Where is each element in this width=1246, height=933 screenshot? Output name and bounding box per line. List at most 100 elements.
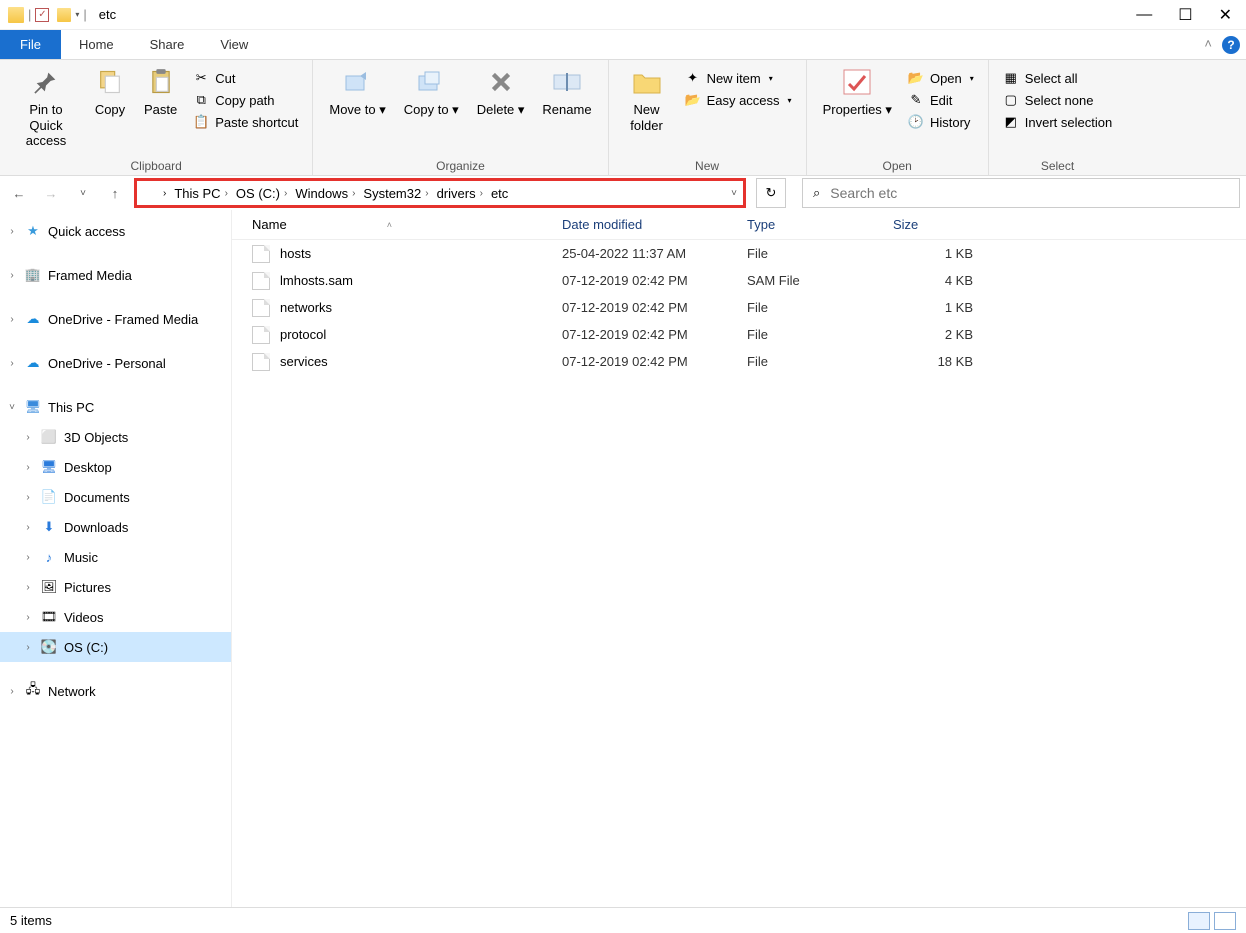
minimize-button[interactable]: — [1136, 6, 1152, 24]
chevron-right-icon[interactable]: › [22, 642, 34, 653]
sidebar-item-desktop[interactable]: ›🖥Desktop [0, 452, 231, 482]
maximize-button[interactable]: ☐ [1178, 5, 1192, 25]
chevron-right-icon[interactable]: › [22, 462, 34, 473]
copy-to-button[interactable]: Copy to ▾ [398, 64, 465, 120]
chevron-right-icon[interactable]: › [163, 188, 166, 199]
select-all-button[interactable]: ▦Select all [999, 68, 1116, 88]
sidebar-item-onedrive-personal[interactable]: ›☁OneDrive - Personal [0, 348, 231, 378]
pin-to-quick-access-button[interactable]: Pin to Quick access [10, 64, 82, 151]
file-row[interactable]: hosts25-04-2022 11:37 AMFile1 KB [232, 240, 1246, 267]
menu-bar: File Home Share View ˄ ? [0, 30, 1246, 60]
easy-access-button[interactable]: 📂Easy access▾ [681, 90, 796, 110]
cut-button[interactable]: ✂Cut [189, 68, 302, 88]
cut-icon: ✂ [193, 70, 209, 86]
select-none-button[interactable]: ▢Select none [999, 90, 1116, 110]
chevron-right-icon[interactable]: › [6, 270, 18, 281]
search-icon: ⌕ [813, 185, 820, 201]
chevron-right-icon[interactable]: › [22, 612, 34, 623]
edit-button[interactable]: ✎Edit [904, 90, 978, 110]
invert-selection-button[interactable]: ◩Invert selection [999, 112, 1116, 132]
navigation-pane[interactable]: ›★Quick access ›🏢Framed Media ›☁OneDrive… [0, 210, 232, 907]
forward-button[interactable]: → [38, 180, 64, 206]
column-header-size[interactable]: Size [893, 217, 983, 232]
chevron-right-icon[interactable]: › [6, 358, 18, 369]
breadcrumb-system32[interactable]: System32› [359, 186, 432, 201]
sidebar-item-downloads[interactable]: ›⬇Downloads [0, 512, 231, 542]
refresh-button[interactable]: ↻ [756, 178, 786, 208]
chevron-right-icon[interactable]: › [6, 226, 18, 237]
sidebar-item-pictures[interactable]: ›🖼Pictures [0, 572, 231, 602]
delete-icon [485, 66, 517, 98]
file-row[interactable]: lmhosts.sam07-12-2019 02:42 PMSAM File4 … [232, 267, 1246, 294]
help-button[interactable]: ? [1222, 36, 1240, 54]
sidebar-item-network[interactable]: ›🖧Network [0, 676, 231, 706]
tab-home[interactable]: Home [61, 30, 132, 59]
history-button[interactable]: 🕑History [904, 112, 978, 132]
sidebar-item-quick-access[interactable]: ›★Quick access [0, 216, 231, 246]
file-menu[interactable]: File [0, 30, 61, 59]
search-box[interactable]: ⌕ [802, 178, 1240, 208]
sidebar-item-videos[interactable]: ›🎞Videos [0, 602, 231, 632]
view-details-button[interactable] [1188, 912, 1210, 930]
chevron-right-icon[interactable]: › [22, 582, 34, 593]
copy-path-button[interactable]: ⧉Copy path [189, 90, 302, 110]
downloads-icon: ⬇ [40, 518, 58, 536]
paste-button[interactable]: Paste [138, 64, 183, 120]
column-header-name[interactable]: Name˄ [252, 217, 562, 232]
chevron-right-icon[interactable]: › [22, 492, 34, 503]
chevron-right-icon[interactable]: › [22, 522, 34, 533]
network-icon: 🖧 [24, 682, 42, 700]
up-button[interactable]: ↑ [102, 180, 128, 206]
view-large-icons-button[interactable] [1214, 912, 1236, 930]
sidebar-item-onedrive-fm[interactable]: ›☁OneDrive - Framed Media [0, 304, 231, 334]
sidebar-item-documents[interactable]: ›📄Documents [0, 482, 231, 512]
copy-to-icon [415, 66, 447, 98]
address-dropdown-icon[interactable]: ˅ [731, 188, 737, 199]
file-row[interactable]: networks07-12-2019 02:42 PMFile1 KB [232, 294, 1246, 321]
qat-checkbox[interactable]: ✓ [35, 8, 49, 22]
chevron-right-icon[interactable]: › [6, 314, 18, 325]
move-to-button[interactable]: Move to ▾ [323, 64, 391, 120]
tab-view[interactable]: View [202, 30, 266, 59]
chevron-right-icon[interactable]: › [22, 432, 34, 443]
open-button[interactable]: 📂Open▾ [904, 68, 978, 88]
close-button[interactable]: ✕ [1219, 5, 1232, 25]
rename-button[interactable]: Rename [536, 64, 597, 120]
chevron-right-icon[interactable]: › [22, 552, 34, 563]
computer-icon: 🖥 [24, 398, 42, 416]
new-item-button[interactable]: ✦New item▾ [681, 68, 796, 88]
breadcrumb-this-pc[interactable]: This PC› [170, 186, 232, 201]
breadcrumb-windows[interactable]: Windows› [291, 186, 359, 201]
move-to-icon [342, 66, 374, 98]
sidebar-item-framed-media[interactable]: ›🏢Framed Media [0, 260, 231, 290]
qat-dropdown-icon[interactable]: ▾ [75, 10, 79, 19]
sidebar-item-this-pc[interactable]: ˅🖥This PC [0, 392, 231, 422]
sidebar-item-3d-objects[interactable]: ›⬜3D Objects [0, 422, 231, 452]
sidebar-item-music[interactable]: ›♪Music [0, 542, 231, 572]
address-bar[interactable]: › This PC› OS (C:)› Windows› System32› d… [134, 178, 746, 208]
tab-share[interactable]: Share [132, 30, 203, 59]
column-header-date[interactable]: Date modified [562, 217, 747, 232]
collapse-ribbon-icon[interactable]: ˄ [1194, 30, 1222, 59]
sidebar-item-os-c[interactable]: ›💽OS (C:) [0, 632, 231, 662]
breadcrumb-drivers[interactable]: drivers› [433, 186, 487, 201]
new-folder-button[interactable]: New folder [619, 64, 675, 135]
breadcrumb-os-c[interactable]: OS (C:)› [232, 186, 291, 201]
chevron-down-icon[interactable]: ˅ [6, 402, 18, 413]
delete-button[interactable]: Delete ▾ [471, 64, 531, 120]
music-icon: ♪ [40, 548, 58, 566]
back-button[interactable]: ← [6, 180, 32, 206]
copy-button[interactable]: Copy [88, 64, 132, 120]
recent-locations-button[interactable]: ˅ [70, 180, 96, 206]
breadcrumb-etc[interactable]: etc [487, 186, 512, 201]
properties-button[interactable]: Properties ▾ [817, 64, 898, 120]
chevron-right-icon[interactable]: › [6, 686, 18, 697]
cloud-icon: ☁ [24, 310, 42, 328]
navigation-row: ← → ˅ ↑ › This PC› OS (C:)› Windows› Sys… [0, 176, 1246, 210]
paste-shortcut-button[interactable]: 📋Paste shortcut [189, 112, 302, 132]
group-label-select: Select [1041, 159, 1074, 173]
file-row[interactable]: protocol07-12-2019 02:42 PMFile2 KB [232, 321, 1246, 348]
column-header-type[interactable]: Type [747, 217, 893, 232]
file-row[interactable]: services07-12-2019 02:42 PMFile18 KB [232, 348, 1246, 375]
search-input[interactable] [830, 185, 1229, 201]
